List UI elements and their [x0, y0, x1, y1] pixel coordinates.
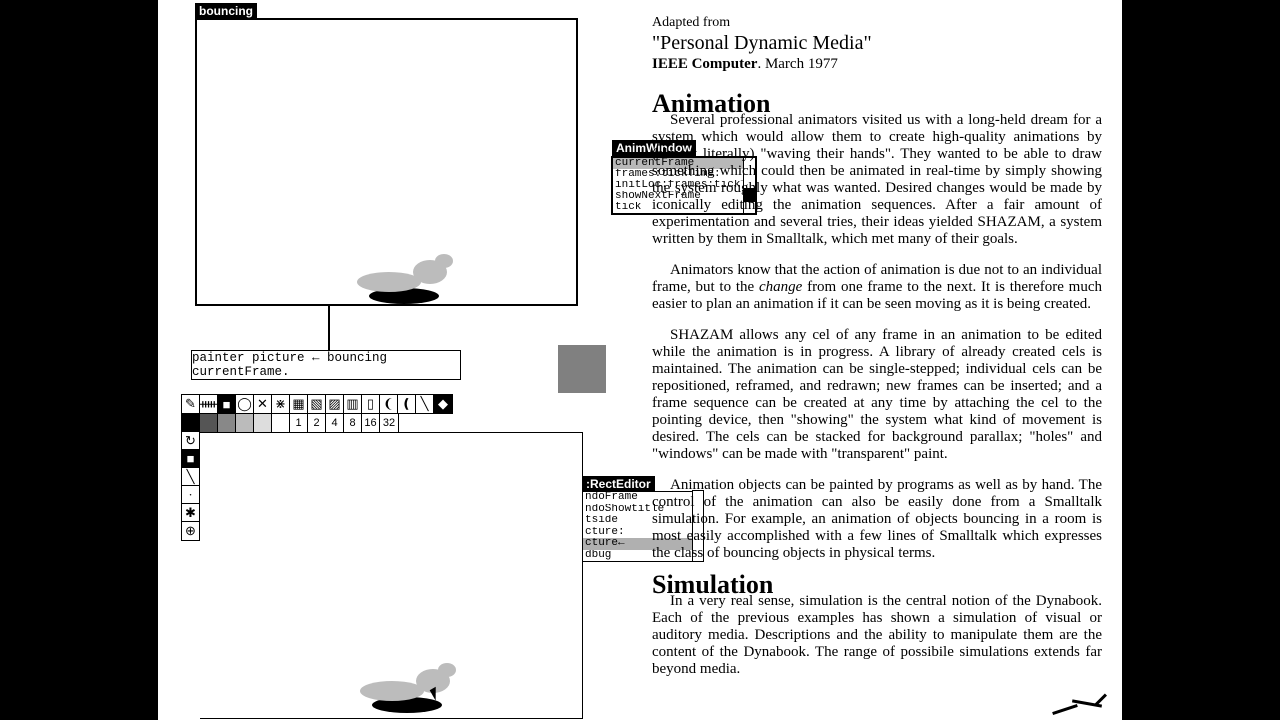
tool-fillrect-icon[interactable]: ■	[218, 395, 236, 413]
tool-star-icon[interactable]: ⋇	[272, 395, 290, 413]
heading-animation: Animation	[652, 95, 1102, 112]
tool-hatch-icon[interactable]: ᚔ	[200, 395, 218, 413]
vtool-burst-icon[interactable]: ✱	[182, 504, 199, 522]
gray-color-swatch[interactable]	[558, 345, 606, 393]
vtool-line-icon[interactable]: ╲	[182, 468, 199, 486]
bouncing-creature	[357, 254, 457, 304]
swatch-white[interactable]	[272, 414, 290, 432]
journal-rest: . March 1977	[757, 56, 837, 72]
painter-tool-row: ✎ ᚔ ■ ◯ ✕ ⋇ ▦ ▧ ▨ ▥ ▯ ❨ ❪ ╲ ◆	[181, 394, 453, 414]
bouncing-window[interactable]	[195, 18, 578, 306]
vtool-dot-icon[interactable]: ·	[182, 486, 199, 504]
painter-canvas[interactable]	[200, 432, 583, 719]
tool-paren1-icon[interactable]: ❨	[380, 395, 398, 413]
vtool-zoom-icon[interactable]: ⊕	[182, 522, 199, 540]
article-text: Adapted from "Personal Dynamic Media" IE…	[652, 14, 1102, 692]
para-1: Several professional animators visited u…	[652, 112, 1102, 248]
tool-line-icon[interactable]: ╲	[416, 395, 434, 413]
tool-pattern3-icon[interactable]: ▨	[326, 395, 344, 413]
size-4[interactable]: 4	[326, 414, 344, 432]
tool-paren2-icon[interactable]: ❪	[398, 395, 416, 413]
tool-circle-icon[interactable]: ◯	[236, 395, 254, 413]
tool-rectoutline-icon[interactable]: ▯	[362, 395, 380, 413]
vtool-fill-icon[interactable]: ■	[182, 450, 199, 468]
size-8[interactable]: 8	[344, 414, 362, 432]
tool-x-icon[interactable]: ✕	[254, 395, 272, 413]
heading-simulation: Simulation	[652, 576, 1102, 593]
vtool-rotate-icon[interactable]: ↻	[182, 432, 199, 450]
adapted-label: Adapted from	[652, 14, 1102, 31]
size-1[interactable]: 1	[290, 414, 308, 432]
swatch-black[interactable]	[182, 414, 200, 432]
para-2: Animators know that the action of animat…	[652, 262, 1102, 313]
connector-line	[328, 306, 330, 350]
tool-pattern1-icon[interactable]: ▦	[290, 395, 308, 413]
painter-window: ✎ ᚔ ■ ◯ ✕ ⋇ ▦ ▧ ▨ ▥ ▯ ❨ ❪ ╲ ◆ 1 2 4 8	[181, 394, 583, 719]
painter-creature	[360, 663, 460, 713]
painter-vertical-tools: ↻ ■ ╲ · ✱ ⊕	[181, 432, 200, 541]
size-2[interactable]: 2	[308, 414, 326, 432]
tool-pattern4-icon[interactable]: ▥	[344, 395, 362, 413]
swatch-mid[interactable]	[218, 414, 236, 432]
para-3: SHAZAM allows any cel of any frame in an…	[652, 327, 1102, 463]
page-glyph-icon	[1052, 694, 1106, 718]
journal-bold: IEEE Computer	[652, 56, 757, 72]
swatch-ltmid[interactable]	[236, 414, 254, 432]
tool-pencil-icon[interactable]: ✎	[182, 395, 200, 413]
tool-pattern2-icon[interactable]: ▧	[308, 395, 326, 413]
tool-diamond-icon[interactable]: ◆	[434, 395, 452, 413]
swatch-dark[interactable]	[200, 414, 218, 432]
swatch-light[interactable]	[254, 414, 272, 432]
code-expression-box[interactable]: painter picture ← bouncing currentFrame.	[191, 350, 461, 380]
painter-swatch-row: 1 2 4 8 16 32	[181, 413, 399, 433]
journal-line: IEEE Computer. March 1977	[652, 56, 1102, 73]
para-4: Animation objects can be painted by prog…	[652, 477, 1102, 562]
size-32[interactable]: 32	[380, 414, 398, 432]
size-16[interactable]: 16	[362, 414, 380, 432]
paper-title: "Personal Dynamic Media"	[652, 35, 1102, 52]
para-5: In a very real sense, simulation is the …	[652, 593, 1102, 678]
